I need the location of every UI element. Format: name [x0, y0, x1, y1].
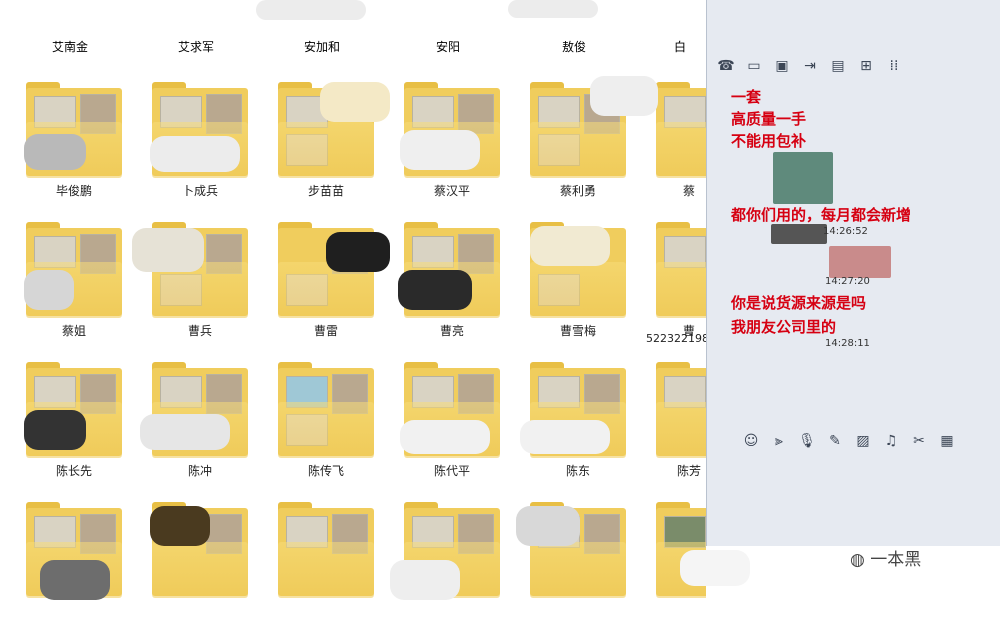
redaction-blob — [256, 0, 366, 20]
folder-name: 曹雷 — [313, 324, 338, 338]
folder-name: 蔡姐 — [61, 324, 86, 338]
chat-message: 高质量一手 — [731, 110, 807, 128]
chat-message: 你是说货源来源是吗 — [731, 294, 867, 312]
scissors-icon[interactable]: ✂ — [909, 433, 929, 449]
screen-share-icon[interactable]: ▣ — [771, 58, 793, 74]
watermark-text: 一本黑 — [870, 550, 922, 570]
watermark: ◍ 一本黑 — [850, 545, 1000, 575]
folder-name: 蔡利勇 — [559, 184, 596, 198]
folder-name: 毕俊鹏 — [55, 184, 92, 198]
redaction-blob — [530, 226, 610, 266]
add-app-icon[interactable]: ⊞ — [855, 58, 877, 74]
folder-label[interactable]: 安加和 — [262, 38, 382, 55]
redaction-blob — [508, 0, 598, 18]
input-toolbar: ☺ ⫸ 🎙 ✎ ▨ ♫ ✂ ▦ — [741, 430, 991, 452]
message-timestamp: 14:26:52 — [823, 226, 868, 237]
folder-name: 曹雪梅 — [559, 324, 596, 338]
video-icon[interactable]: ▭ — [743, 58, 765, 74]
redaction-blob — [773, 152, 833, 204]
image-icon[interactable]: ▨ — [853, 433, 873, 449]
remote-desktop-icon[interactable]: ▤ — [827, 58, 849, 74]
redaction-blob — [140, 414, 230, 450]
chat-message: 我朋友公司里的 — [731, 318, 837, 336]
history-icon[interactable]: ▦ — [937, 433, 957, 449]
redaction-blob — [590, 76, 658, 116]
file-transfer-icon[interactable]: ⇥ — [799, 58, 821, 74]
folder-label[interactable]: 敖俊 — [514, 38, 634, 55]
folder-name: 陈代平 — [433, 464, 470, 478]
voice-icon[interactable]: 🎙 — [797, 433, 817, 449]
folder-name: 卜成兵 — [181, 184, 218, 198]
shake-icon[interactable]: ⫸ — [769, 433, 789, 449]
redaction-blob — [24, 410, 86, 450]
redaction-blob — [320, 82, 390, 122]
apps-grid-icon[interactable]: ⁞⁞ — [883, 58, 905, 74]
folder-label[interactable]: 艾求军 — [136, 38, 256, 55]
redaction-blob — [400, 420, 490, 454]
folder-name: 蔡 — [682, 184, 695, 198]
folder[interactable]: 陈芳 — [634, 362, 706, 502]
chat-message: 都你们用的，每月都会新增 — [731, 206, 912, 224]
redaction-blob — [326, 232, 390, 272]
folder-name: 蔡汉平 — [433, 184, 470, 198]
redaction-blob — [150, 506, 210, 546]
wechat-logo-icon: ◍ — [850, 550, 865, 570]
folder-name: 陈传飞 — [307, 464, 344, 478]
redaction-blob — [390, 560, 460, 600]
pen-icon[interactable]: ✎ — [825, 433, 845, 449]
folder-name: 陈东 — [565, 464, 590, 478]
message-timestamp: 14:27:20 — [825, 276, 870, 287]
chat-message: 不能用包补 — [731, 132, 807, 150]
redaction-blob — [40, 560, 110, 600]
folder-label[interactable]: 艾南金 — [10, 38, 130, 55]
folder-name: 步苗苗 — [307, 184, 344, 198]
folder-label[interactable]: 安阳 — [388, 38, 508, 55]
redaction-blob — [398, 270, 472, 310]
redaction-blob — [400, 130, 480, 170]
chat-window: ☎ ▭ ▣ ⇥ ▤ ⊞ ⁞⁞ 一套 高质量一手 不能用包补 都你们用的，每月都会… — [706, 0, 1000, 546]
message-timestamp: 14:28:11 — [825, 338, 870, 349]
folder[interactable]: 陈传飞 — [256, 362, 382, 502]
folder[interactable] — [256, 502, 382, 642]
redaction-blob — [150, 136, 240, 172]
folder-name: 陈冲 — [187, 464, 212, 478]
music-icon[interactable]: ♫ — [881, 433, 901, 449]
redaction-blob — [520, 420, 610, 454]
redaction-blob — [516, 506, 580, 546]
folder-name: 曹兵 — [187, 324, 212, 338]
folder-name: 陈芳 — [676, 464, 701, 478]
redaction-blob — [771, 224, 827, 244]
redaction-blob — [132, 228, 204, 272]
folder-name: 曹亮 — [439, 324, 464, 338]
redaction-blob — [680, 550, 750, 586]
redaction-blob — [24, 134, 86, 170]
chat-toolbar: ☎ ▭ ▣ ⇥ ▤ ⊞ ⁞⁞ — [715, 55, 995, 77]
phone-icon[interactable]: ☎ — [715, 58, 737, 74]
chat-message: 一套 — [731, 88, 762, 106]
redaction-blob — [829, 246, 891, 278]
emoji-icon[interactable]: ☺ — [741, 433, 761, 449]
redaction-blob — [24, 270, 74, 310]
folder-name: 陈长先 — [55, 464, 92, 478]
